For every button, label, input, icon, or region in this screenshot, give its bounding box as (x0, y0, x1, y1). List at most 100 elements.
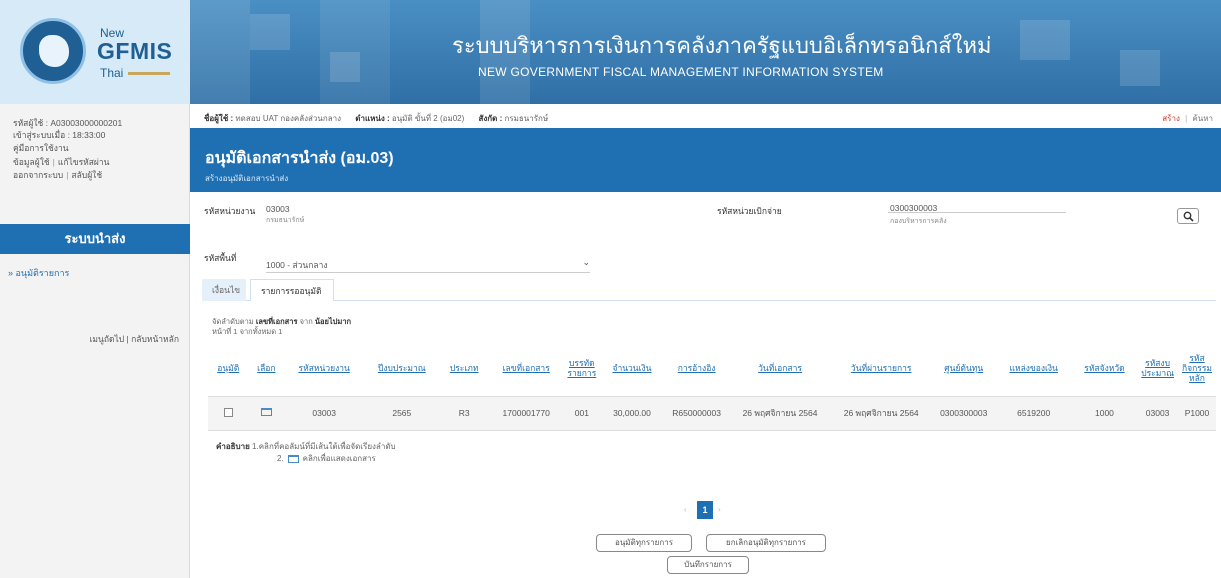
cell-post-date: 26 พฤศจิกายน 2564 (830, 395, 932, 431)
col-amount[interactable]: จำนวนเงิน (600, 340, 663, 396)
col-type[interactable]: ประเภท (439, 340, 488, 396)
col-line[interactable]: บรรทัดรายการ (563, 340, 600, 396)
treasury-emblem-icon (20, 18, 86, 84)
main-content: ชื่อผู้ใช้ : ทดสอบ UAT กองคลังส่วนกลาง ต… (190, 104, 1221, 578)
cell-amount: 30,000.00 (600, 395, 664, 431)
col-budget[interactable]: รหัสงบประมาณ (1137, 340, 1178, 396)
separator: | (52, 157, 55, 167)
search-link[interactable]: ค้นหา (1192, 114, 1213, 123)
tab-conditions[interactable]: เงื่อนไข (202, 279, 246, 301)
logo-gfmis-text: GFMIS (97, 38, 173, 64)
position-label: ตำแหน่ง : (355, 114, 390, 123)
folder-icon (287, 454, 299, 463)
cell-unit: 03003 (284, 395, 365, 431)
separator: | (1185, 114, 1188, 123)
tab-pending-list[interactable]: รายการรออนุมัติ (250, 279, 334, 301)
select-cell (248, 395, 285, 431)
search-button[interactable] (1177, 208, 1199, 224)
unit-code-value: 03003 (266, 204, 290, 214)
sort-mid: จาก (299, 317, 313, 326)
area-code-value: 1000 - ส่วนกลาง (266, 260, 328, 270)
col-fund[interactable]: แหล่งของเงิน (996, 340, 1072, 396)
col-year[interactable]: ปีงบประมาณ (364, 340, 439, 396)
chevron-down-icon: ⌄ (582, 257, 590, 267)
logo-underline (128, 72, 170, 75)
cell-line: 001 (563, 395, 601, 431)
col-post-date[interactable]: วันที่ผ่านรายการ (831, 340, 932, 396)
cell-budget: 03003 (1137, 395, 1178, 431)
banner-decoration (250, 14, 290, 50)
col-ref[interactable]: การอ้างอิง (664, 340, 730, 396)
col-unit[interactable]: รหัสหน่วยงาน (284, 340, 364, 396)
disbursement-input-underline (888, 212, 1066, 213)
cancel-approve-all-button[interactable]: ยกเลิกอนุมัติทุกรายการ (706, 534, 826, 552)
cell-type: R3 (439, 395, 489, 431)
change-password-link[interactable]: แก้ไขรหัสผ่าน (58, 157, 110, 167)
save-button[interactable]: บันทึกรายการ (667, 556, 749, 574)
explanation-line-2: 2. คลิกเพื่อแสดงเอกสาร (277, 452, 376, 465)
user-info-link[interactable]: ข้อมูลผู้ใช้ (13, 157, 50, 167)
col-approve[interactable]: อนุมัติ (208, 340, 249, 396)
explanation-number-2: 2. (277, 454, 284, 463)
account-links: ข้อมูลผู้ใช้ | แก้ไขรหัสผ่าน (13, 155, 110, 169)
cell-ref: R650000003 (663, 395, 730, 431)
user-value: ทดสอบ UAT กองคลังส่วนกลาง (235, 114, 342, 123)
sidebar-menu-title[interactable]: ระบบนำส่ง (0, 224, 190, 254)
sidebar: รหัสผู้ใช้ : A03003000000201 เข้าสู่ระบบ… (0, 104, 190, 578)
sort-field: เลขที่เอกสาร (255, 317, 298, 326)
prev-page-icon[interactable]: ‹ (684, 505, 687, 514)
login-time: เข้าสู่ระบบเมื่อ : 18:33:00 (13, 130, 106, 140)
disbursement-unit-name: กองบริหารการคลัง (890, 218, 947, 225)
approve-cell (208, 395, 249, 431)
create-link[interactable]: สร้าง (1162, 114, 1180, 123)
page-info: หน้าที่ 1 จากทั้งหมด 1 (212, 327, 283, 336)
col-select[interactable]: เลือก (249, 340, 285, 396)
col-province[interactable]: รหัสจังหวัด (1072, 340, 1137, 396)
next-page-icon[interactable]: › (718, 505, 721, 514)
back-to-main-link[interactable]: เมนูถัดไป | กลับหน้าหลัก (90, 332, 179, 346)
cell-province: 1000 (1071, 395, 1138, 431)
user-label: ชื่อผู้ใช้ : (204, 114, 234, 123)
cell-year: 2565 (364, 395, 440, 431)
cell-doc-date: 26 พฤศจิกายน 2564 (729, 395, 831, 431)
logout-link[interactable]: ออกจากระบบ (13, 170, 63, 180)
system-title-english: NEW GOVERNMENT FISCAL MANAGEMENT INFORMA… (478, 65, 884, 79)
sidebar-item-approve[interactable]: » อนุมัติรายการ (8, 266, 69, 280)
agency-value: กรมธนารักษ์ (504, 114, 549, 123)
cell-activity: P1000 (1177, 395, 1216, 431)
cell-cost-center: 0300300003 (931, 395, 996, 431)
col-cost-center[interactable]: ศูนย์ต้นทุน (932, 340, 996, 396)
position-value: อนุมัติ ขั้นที่ 2 (อม02) (391, 114, 465, 123)
separator: | (66, 170, 69, 180)
area-code-select[interactable]: 1000 - ส่วนกลาง ⌄ (266, 255, 590, 273)
sort-order: น้อยไปมาก (314, 317, 352, 326)
approve-checkbox[interactable] (223, 407, 233, 417)
logo-thai-text: Thai (100, 66, 124, 80)
header-banner: New GFMIS Thai ระบบบริหารการเงินการคลังภ… (0, 0, 1221, 104)
tab-bar: เงื่อนไข รายการรออนุมัติ (202, 279, 1216, 301)
banner-decoration (330, 52, 360, 82)
page-title: อนุมัติเอกสารนำส่ง (อม.03) (205, 150, 394, 167)
search-icon (1183, 211, 1194, 222)
session-links: ออกจากระบบ | สลับผู้ใช้ (13, 168, 102, 182)
approve-all-button[interactable]: อนุมัติทุกรายการ (596, 534, 692, 552)
folder-icon[interactable] (260, 408, 272, 416)
banner-decoration (1120, 50, 1160, 86)
col-activity[interactable]: รหัสกิจกรรมหลัก (1178, 340, 1216, 396)
page-title-bar: อนุมัติเอกสารนำส่ง (อม.03) สร้างอนุมัติเ… (190, 128, 1221, 192)
pagination: ‹ 1 › (684, 501, 726, 521)
unit-code-label: รหัสหน่วยงาน (204, 206, 256, 216)
unit-name: กรมธนารักษ์ (266, 217, 305, 224)
page-number[interactable]: 1 (697, 501, 713, 519)
banner-decoration (1020, 20, 1070, 60)
cell-fund: 6519200 (995, 395, 1072, 431)
disbursement-unit-label: รหัสหน่วยเบิกจ่าย (717, 206, 782, 216)
switch-user-link[interactable]: สลับผู้ใช้ (71, 170, 102, 180)
explanation-text-1: 1.คลิกที่คอลัมน์ที่มีเส้นใต้เพื่อจัดเรีย… (252, 442, 396, 451)
top-actions: สร้าง | ค้นหา (1162, 112, 1213, 125)
col-doc-date[interactable]: วันที่เอกสาร (729, 340, 830, 396)
gfmis-logo[interactable]: New GFMIS Thai (0, 0, 190, 104)
manual-link[interactable]: คู่มือการใช้งาน (13, 141, 69, 155)
col-doc-no[interactable]: เลขที่เอกสาร (489, 340, 564, 396)
sort-prefix: จัดลำดับตาม (212, 317, 254, 326)
